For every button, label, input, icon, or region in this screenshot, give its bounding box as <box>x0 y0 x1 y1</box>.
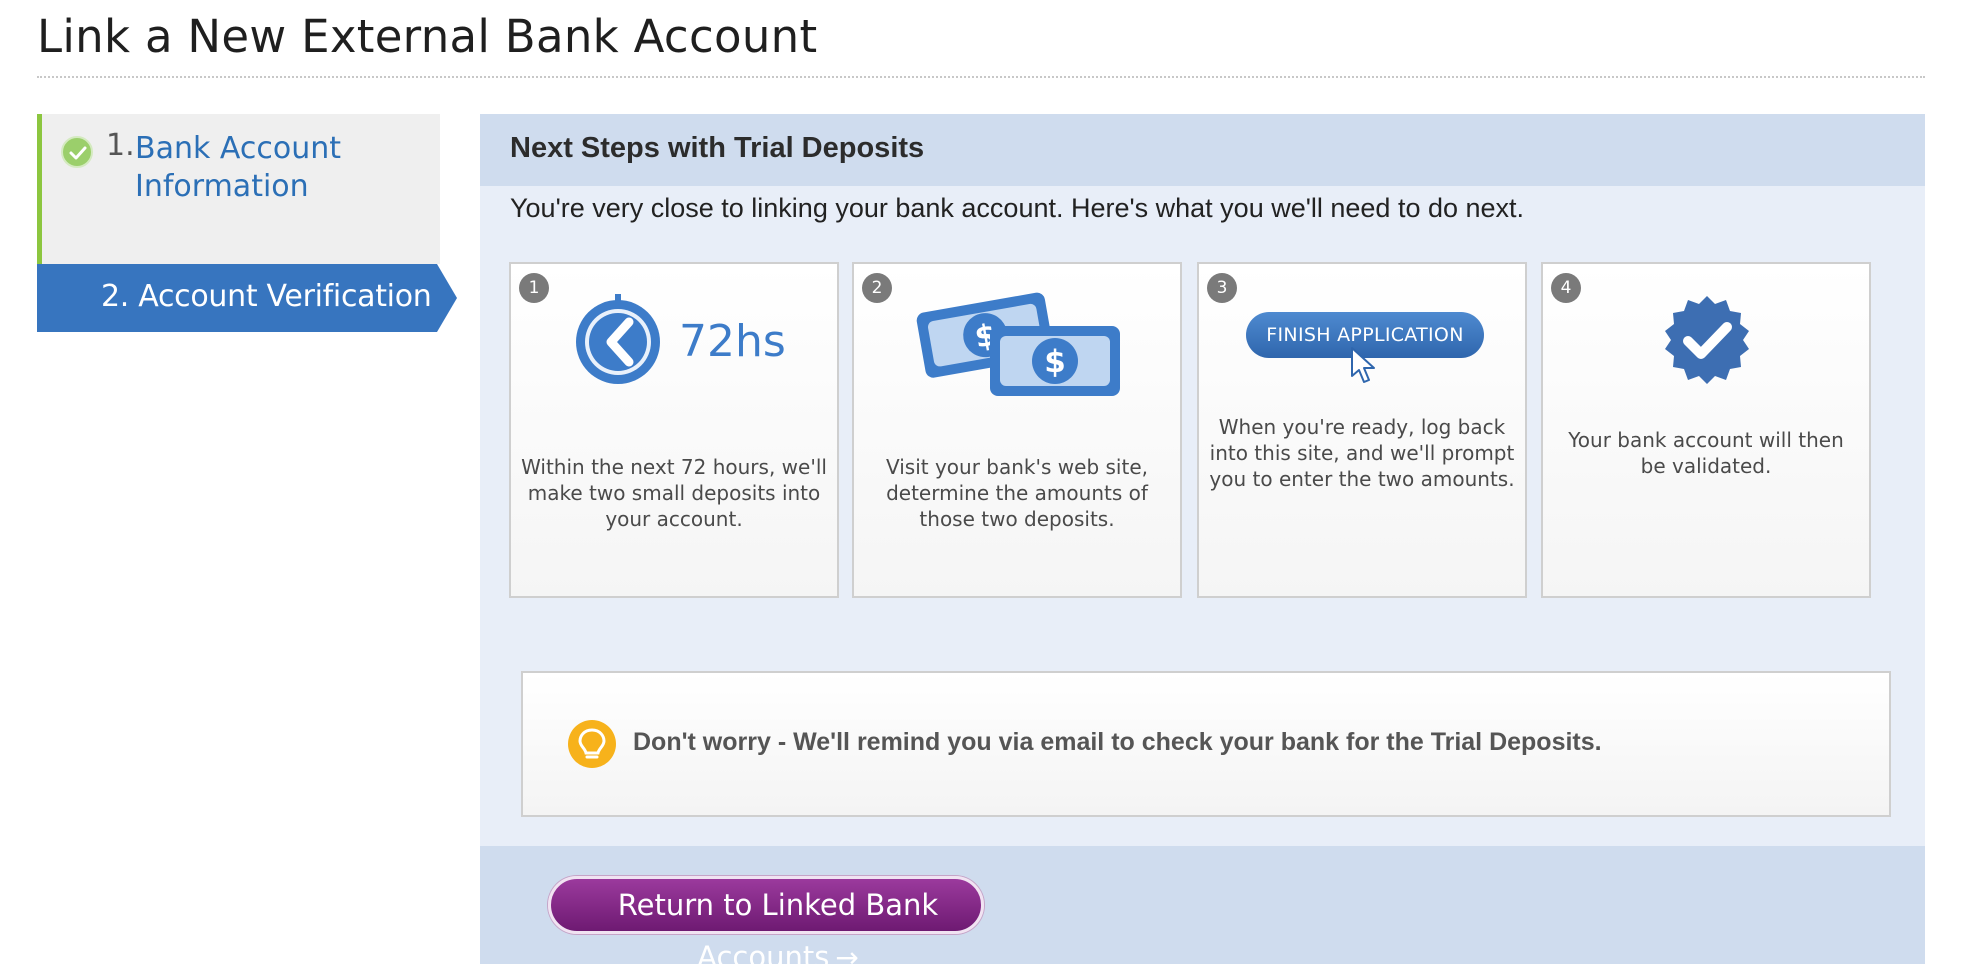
card-number: 2 <box>862 273 892 303</box>
step-link-bank-account-information[interactable]: Bank Account Information <box>135 130 355 206</box>
sidebar-step-bank-account-information[interactable]: 1. Bank Account Information <box>37 114 440 264</box>
card-text: Visit your bank's web site, determine th… <box>886 455 1148 531</box>
check-icon <box>61 136 93 168</box>
return-button-label: Return to Linked Bank Accounts <box>617 888 939 974</box>
money-icon: $ $ <box>916 292 1120 396</box>
sidebar-step-account-verification[interactable]: 2. Account Verification <box>37 264 437 332</box>
reminder-tip: Don't worry - We'll remind you via email… <box>521 671 1891 817</box>
card-text: Your bank account will then be validated… <box>1568 428 1844 478</box>
current-step-arrow <box>437 264 457 332</box>
step-card-1: 1 72hs Within the next 72 hours, we'll m… <box>509 262 839 598</box>
clock-icon: 72hs <box>576 294 786 384</box>
tip-text: Don't worry - We'll remind you via email… <box>633 728 1602 756</box>
step-card-3: 3 FINISH APPLICATION When you're ready, … <box>1197 262 1527 598</box>
next-steps-panel: Next Steps with Trial Deposits You're ve… <box>480 114 1925 974</box>
panel-title: Next Steps with Trial Deposits <box>510 132 925 164</box>
card-number: 4 <box>1551 273 1581 303</box>
return-to-linked-bank-accounts-button[interactable]: Return to Linked Bank Accounts → <box>548 876 984 974</box>
step-card-2: 2 $ $ Visit your bank's web site, determ… <box>852 262 1182 598</box>
page-title: Link a New External Bank Account <box>37 10 818 63</box>
card-number: 1 <box>519 273 549 303</box>
svg-text:$: $ <box>1044 344 1066 380</box>
card-text: Within the next 72 hours, we'll make two… <box>521 455 827 531</box>
cursor-icon <box>1351 347 1375 383</box>
card-text: When you're ready, log back into this si… <box>1209 415 1515 491</box>
panel-intro: You're very close to linking your bank a… <box>510 193 1525 223</box>
clock-icon-label: 72hs <box>679 316 786 367</box>
panel-header: Next Steps with Trial Deposits <box>480 114 1925 186</box>
step-label: 2. Account Verification <box>101 279 432 314</box>
verified-badge-icon <box>1665 296 1749 384</box>
card-number: 3 <box>1207 273 1237 303</box>
panel-footer: Return to Linked Bank Accounts → <box>480 846 1925 974</box>
lightbulb-icon <box>568 720 616 768</box>
arrow-right-icon: → <box>835 941 859 974</box>
title-divider <box>37 76 1925 78</box>
step-number: 1. <box>106 128 135 163</box>
step-card-4: 4 Your bank account will then be validat… <box>1541 262 1871 598</box>
